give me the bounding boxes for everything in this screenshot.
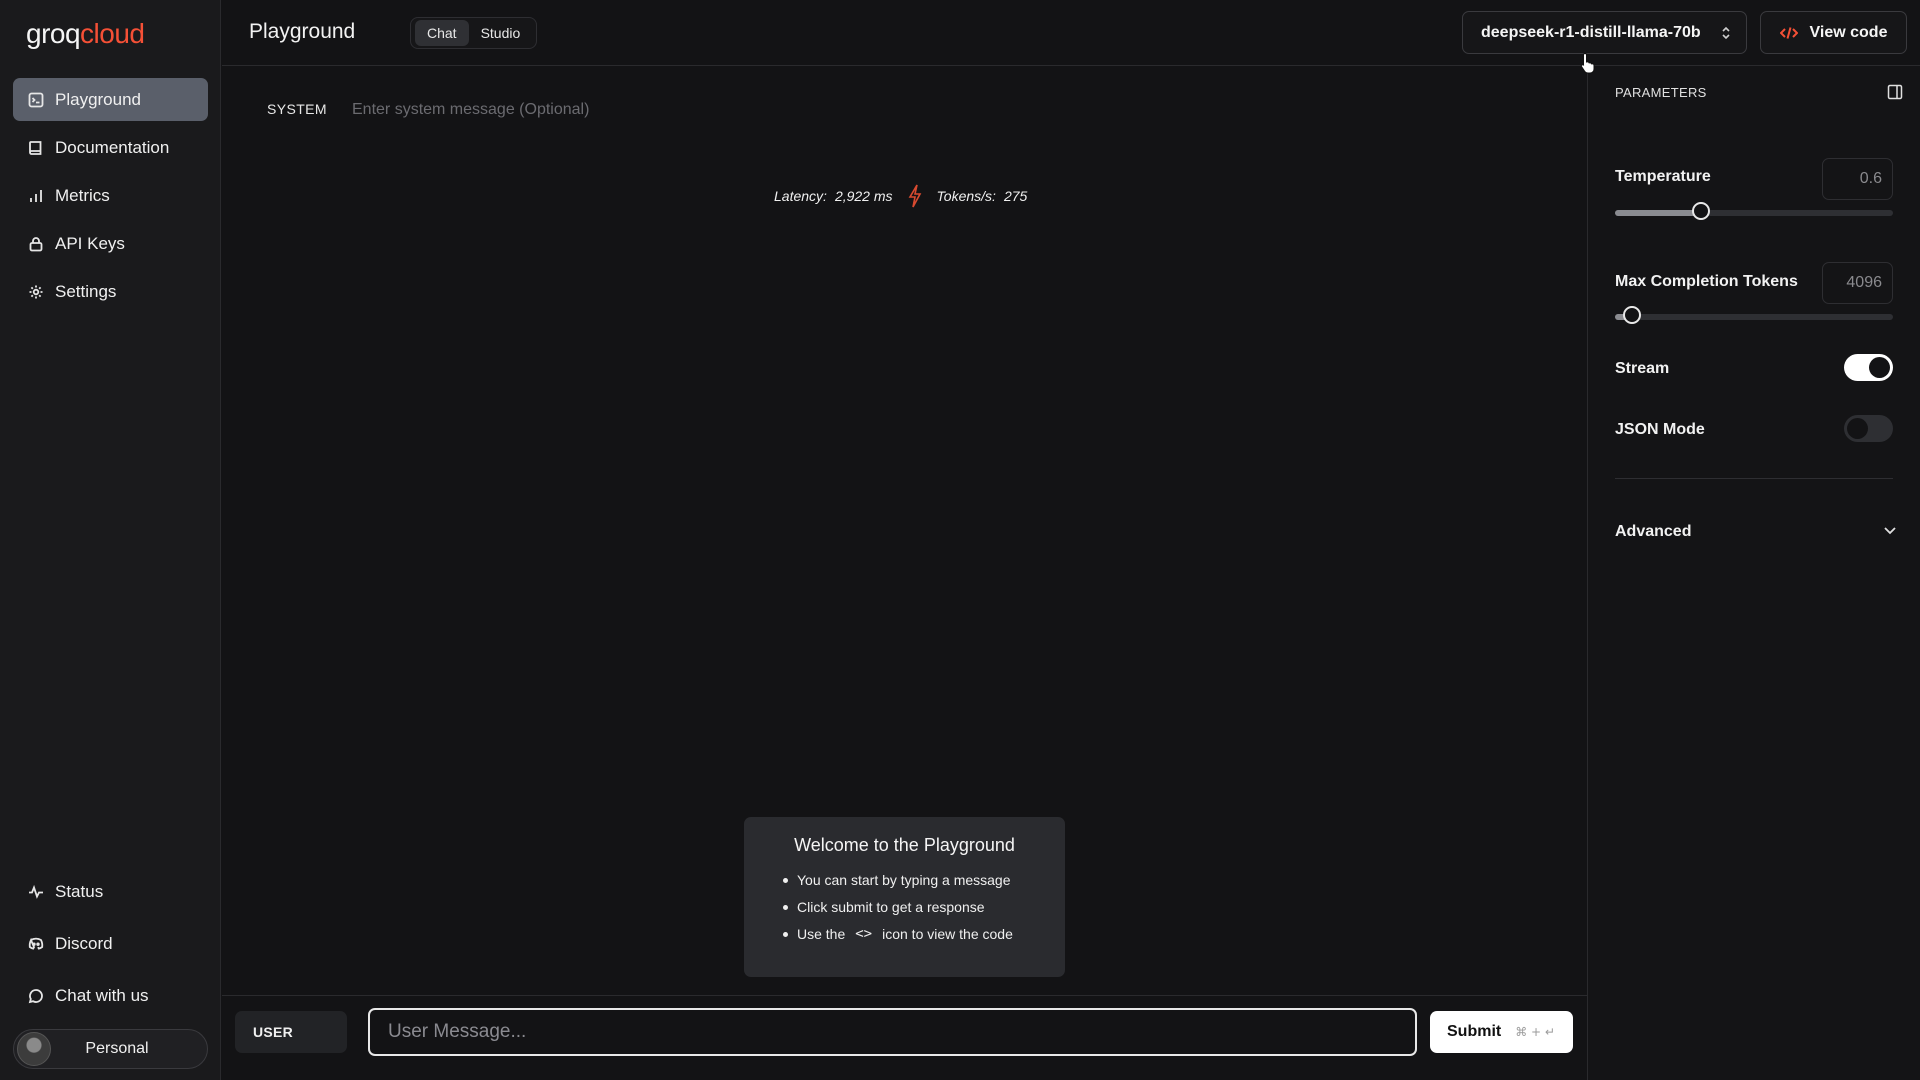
toggle-knob <box>1869 357 1890 378</box>
chevron-down-icon[interactable] <box>1883 525 1897 535</box>
top-header: Playground Chat Studio deepseek-r1-disti… <box>222 0 1920 66</box>
sidebar-item-status[interactable]: Status <box>13 870 208 913</box>
chat-bubble-icon <box>27 987 45 1005</box>
welcome-card: Welcome to the Playground You can start … <box>744 817 1065 977</box>
sidebar-bottom-nav: Status Discord Chat with us <box>13 870 208 1026</box>
account-label: Personal <box>85 1040 149 1057</box>
sidebar-item-label: Metrics <box>55 185 110 205</box>
toggle-knob <box>1847 418 1868 439</box>
gear-icon <box>27 283 45 301</box>
activity-icon <box>27 883 45 901</box>
submit-button[interactable]: Submit ⌘ + ↵ <box>1430 1011 1573 1053</box>
mode-tabs: Chat Studio <box>410 17 538 49</box>
user-message-input[interactable] <box>368 1008 1417 1056</box>
parameters-divider <box>1615 478 1893 479</box>
submit-shortcut-hint: ⌘ + ↵ <box>1515 1025 1555 1039</box>
model-name: deepseek-r1-distill-llama-70b <box>1481 23 1701 41</box>
sidebar-item-label: Status <box>55 881 104 901</box>
bar-chart-icon <box>27 187 45 205</box>
code-brackets-icon: <> <box>855 926 873 942</box>
slider-thumb[interactable] <box>1692 202 1711 220</box>
max-tokens-label: Max Completion Tokens <box>1615 273 1798 290</box>
tab-studio[interactable]: Studio <box>469 20 533 46</box>
user-role-toggle[interactable]: USER <box>235 1011 347 1053</box>
panel-toggle-icon[interactable] <box>1887 84 1903 100</box>
max-tokens-value-input[interactable]: 4096 <box>1822 262 1893 304</box>
sidebar-item-playground[interactable]: Playground <box>13 78 208 121</box>
sidebar-item-discord[interactable]: Discord <box>13 922 208 965</box>
sidebar: groqcloud Playground Documentation Metri… <box>0 0 221 1080</box>
temperature-value-input[interactable]: 0.6 <box>1822 158 1893 200</box>
sidebar-item-metrics[interactable]: Metrics <box>13 174 208 217</box>
lock-icon <box>27 235 45 253</box>
json-mode-label: JSON Mode <box>1615 421 1705 438</box>
stream-toggle[interactable] <box>1844 354 1893 381</box>
welcome-title: Welcome to the Playground <box>794 835 1015 855</box>
sidebar-item-label: Playground <box>55 89 142 109</box>
parameters-title: PARAMETERS <box>1615 85 1707 100</box>
sidebar-item-api-keys[interactable]: API Keys <box>13 222 208 265</box>
playground-icon <box>27 91 45 109</box>
temperature-label: Temperature <box>1615 168 1711 185</box>
latency-value: 2,922 ms <box>834 188 893 204</box>
sidebar-nav: Playground Documentation Metrics API Key… <box>13 78 208 318</box>
view-code-label: View code <box>1809 23 1888 41</box>
discord-icon <box>27 935 45 953</box>
sidebar-item-label: Settings <box>55 281 117 301</box>
slider-thumb[interactable] <box>1622 306 1641 324</box>
logo-cloud-text: cloud <box>80 18 145 49</box>
system-role-label: SYSTEM <box>267 101 327 117</box>
code-icon <box>1779 26 1798 39</box>
stream-label: Stream <box>1615 360 1670 377</box>
mouse-pointer-icon <box>1580 52 1595 74</box>
advanced-section-toggle[interactable]: Advanced <box>1615 523 1691 541</box>
json-mode-toggle[interactable] <box>1844 415 1893 442</box>
parameters-panel: PARAMETERS Temperature 0.6 Max Completio… <box>1587 66 1920 1080</box>
max-tokens-slider[interactable] <box>1615 306 1893 324</box>
latency-label: Latency: <box>774 188 827 204</box>
groqcloud-logo[interactable]: groqcloud <box>26 18 145 50</box>
sidebar-item-label: Documentation <box>55 137 170 157</box>
response-stats: Latency: 2,922 ms Tokens/s: 275 <box>774 184 1027 208</box>
avatar <box>17 1032 51 1066</box>
sidebar-item-settings[interactable]: Settings <box>13 270 208 313</box>
composer-divider <box>222 995 1587 996</box>
tab-chat[interactable]: Chat <box>415 20 469 46</box>
welcome-list: You can start by typing a message Click … <box>744 872 1065 942</box>
sidebar-item-documentation[interactable]: Documentation <box>13 126 208 169</box>
tokens-value: 275 <box>1003 188 1028 204</box>
lightning-icon <box>908 184 921 208</box>
temperature-slider[interactable] <box>1615 202 1893 220</box>
sidebar-item-label: Chat with us <box>55 985 149 1005</box>
welcome-item-text: Click submit to get a response <box>797 899 985 915</box>
logo-groq-text: groq <box>26 18 81 49</box>
welcome-item-text: Use the <box>797 926 846 942</box>
account-switcher[interactable]: Personal <box>13 1029 208 1069</box>
sidebar-item-label: API Keys <box>55 233 125 253</box>
welcome-item: You can start by typing a message <box>783 872 1065 888</box>
submit-label: Submit <box>1447 1023 1502 1040</box>
chevron-updown-icon <box>1722 26 1730 40</box>
slider-fill <box>1615 210 1702 216</box>
sidebar-item-chat-with-us[interactable]: Chat with us <box>13 974 208 1017</box>
view-code-button[interactable]: View code <box>1760 11 1907 54</box>
tokens-label: Tokens/s: <box>936 188 996 204</box>
welcome-item: Click submit to get a response <box>783 899 1065 915</box>
sidebar-item-label: Discord <box>55 933 113 953</box>
welcome-item-text: icon to view the code <box>882 926 1013 942</box>
page-title: Playground <box>249 20 356 43</box>
welcome-item-text: You can start by typing a message <box>797 872 1011 888</box>
welcome-item: Use the <> icon to view the code <box>783 926 1065 942</box>
model-selector[interactable]: deepseek-r1-distill-llama-70b <box>1462 11 1747 54</box>
system-message-input[interactable] <box>352 96 1252 124</box>
book-icon <box>27 139 45 157</box>
